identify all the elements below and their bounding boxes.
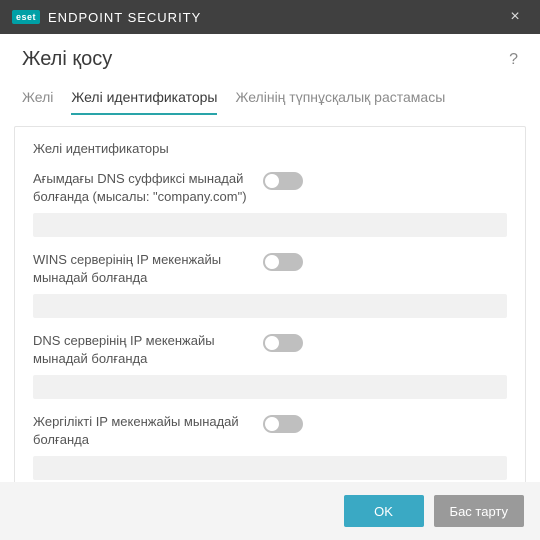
row-dns-ip: DNS серверінің IP мекенжайы мынадай болғ… bbox=[33, 332, 507, 399]
input-wins-ip[interactable] bbox=[33, 294, 507, 318]
settings-panel: Желі идентификаторы Ағымдағы DNS суффикс… bbox=[14, 126, 526, 508]
tab-network-auth[interactable]: Желінің түпнұсқалық растамасы bbox=[235, 83, 445, 115]
dialog-header: Желі қосу ? bbox=[0, 34, 540, 79]
page-title: Желі қосу bbox=[22, 48, 509, 71]
tab-network-id[interactable]: Желі идентификаторы bbox=[71, 83, 217, 115]
section-title: Желі идентификаторы bbox=[33, 141, 507, 156]
brand-text: ENDPOINT SECURITY bbox=[48, 10, 201, 25]
row-label: WINS серверінің IP мекенжайы мынадай бол… bbox=[33, 251, 263, 286]
tab-network[interactable]: Желі bbox=[22, 83, 53, 115]
input-dns-ip[interactable] bbox=[33, 375, 507, 399]
help-icon[interactable]: ? bbox=[509, 51, 518, 69]
row-dns-suffix: Ағымдағы DNS суффиксі мынадай болғанда (… bbox=[33, 170, 507, 237]
row-label: Ағымдағы DNS суффиксі мынадай болғанда (… bbox=[33, 170, 263, 205]
tab-bar: Желі Желі идентификаторы Желінің түпнұсқ… bbox=[0, 79, 540, 116]
close-icon[interactable]: × bbox=[500, 8, 530, 26]
row-label: Жергілікті IP мекенжайы мынадай болғанда bbox=[33, 413, 263, 448]
titlebar: eset ENDPOINT SECURITY × bbox=[0, 0, 540, 34]
cancel-button[interactable]: Бас тарту bbox=[434, 495, 524, 527]
toggle-dns-ip[interactable] bbox=[263, 334, 303, 352]
row-local-ip: Жергілікті IP мекенжайы мынадай болғанда bbox=[33, 413, 507, 480]
toggle-dns-suffix[interactable] bbox=[263, 172, 303, 190]
row-wins-ip: WINS серверінің IP мекенжайы мынадай бол… bbox=[33, 251, 507, 318]
input-dns-suffix[interactable] bbox=[33, 213, 507, 237]
input-local-ip[interactable] bbox=[33, 456, 507, 480]
ok-button[interactable]: OK bbox=[344, 495, 424, 527]
dialog-footer: OK Бас тарту bbox=[0, 482, 540, 540]
toggle-local-ip[interactable] bbox=[263, 415, 303, 433]
row-label: DNS серверінің IP мекенжайы мынадай болғ… bbox=[33, 332, 263, 367]
brand-badge: eset bbox=[12, 10, 40, 24]
toggle-wins-ip[interactable] bbox=[263, 253, 303, 271]
